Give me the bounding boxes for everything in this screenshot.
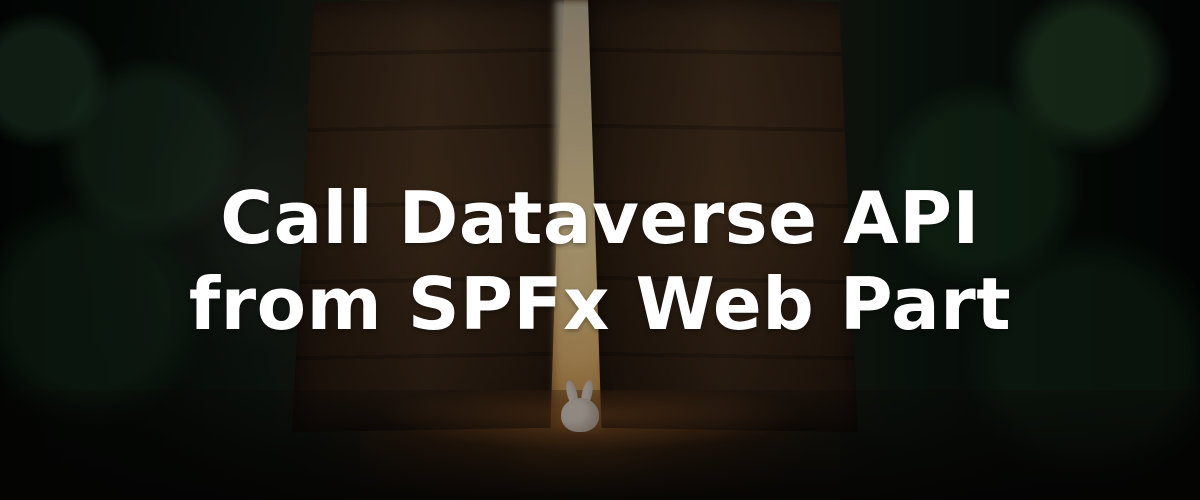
banner-title-line-1: Call Dataverse API (220, 176, 980, 261)
banner-title-line-2: from SPFx Web Part (188, 262, 1012, 347)
banner-title: Call Dataverse API from SPFx Web Part (0, 175, 1200, 347)
hero-banner: Call Dataverse API from SPFx Web Part (0, 0, 1200, 500)
